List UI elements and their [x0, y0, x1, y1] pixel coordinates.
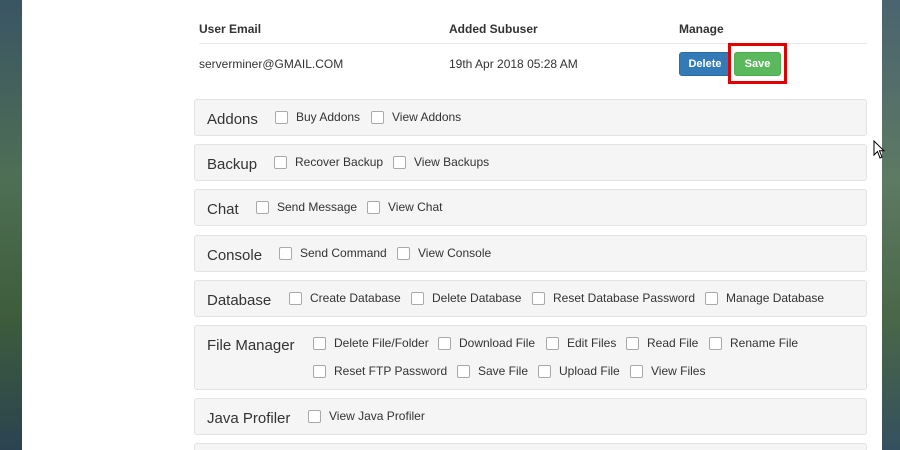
perm-download-file[interactable]: Download File	[438, 336, 535, 350]
checkbox[interactable]	[256, 200, 269, 214]
group-title: Addons	[207, 111, 258, 128]
perm-view-files[interactable]: View Files	[630, 364, 705, 378]
perm-view-backups[interactable]: View Backups	[393, 155, 489, 169]
perm-send-command[interactable]: Send Command	[279, 246, 387, 260]
checkbox[interactable]	[546, 336, 559, 350]
checkbox[interactable]	[626, 336, 639, 350]
header-added-subuser: Added Subuser	[449, 22, 538, 36]
perm-view-java-profiler[interactable]: View Java Profiler	[308, 409, 425, 423]
perm-upload-file[interactable]: Upload File	[538, 364, 620, 378]
perm-rename-file[interactable]: Rename File	[709, 336, 798, 350]
header-user-email: User Email	[199, 22, 262, 36]
save-button[interactable]: Save	[734, 52, 781, 76]
group-chat: Chat Send Message View Chat	[194, 189, 867, 226]
group-title: Java Profiler	[207, 410, 291, 427]
group-backup: Backup Recover Backup View Backups	[194, 144, 867, 181]
perm-recover-backup[interactable]: Recover Backup	[274, 155, 383, 169]
checkbox[interactable]	[438, 336, 451, 350]
checkbox[interactable]	[308, 409, 321, 423]
group-java-profiler: Java Profiler View Java Profiler	[194, 398, 867, 435]
background-left	[0, 0, 22, 450]
group-title: Console	[207, 247, 263, 264]
perm-read-file[interactable]: Read File	[626, 336, 698, 350]
group-title: Backup	[207, 156, 258, 173]
perm-manage-database[interactable]: Manage Database	[705, 291, 824, 305]
checkbox[interactable]	[709, 336, 722, 350]
checkbox[interactable]	[275, 110, 288, 124]
perm-delete-file-folder[interactable]: Delete File/Folder	[313, 336, 429, 350]
row-email: serverminer@GMAIL.COM	[199, 57, 344, 71]
group-title: File Manager	[207, 337, 295, 354]
checkbox[interactable]	[274, 155, 287, 169]
checkbox[interactable]	[705, 291, 718, 305]
checkbox[interactable]	[367, 200, 380, 214]
table-header: User Email Added Subuser Manage	[199, 13, 867, 44]
background-right	[882, 0, 900, 450]
checkbox[interactable]	[630, 364, 643, 378]
checkbox[interactable]	[313, 336, 326, 350]
header-manage: Manage	[679, 22, 724, 36]
checkbox[interactable]	[393, 155, 406, 169]
perm-create-database[interactable]: Create Database	[289, 291, 401, 305]
mouse-cursor-icon	[873, 140, 885, 159]
perm-view-chat[interactable]: View Chat	[367, 200, 442, 214]
checkbox[interactable]	[397, 246, 410, 260]
checkbox[interactable]	[279, 246, 292, 260]
group-next-partial	[194, 443, 867, 450]
perm-send-message[interactable]: Send Message	[256, 200, 357, 214]
perm-edit-files[interactable]: Edit Files	[546, 336, 616, 350]
checkbox[interactable]	[532, 291, 545, 305]
checkbox[interactable]	[371, 110, 384, 124]
perm-buy-addons[interactable]: Buy Addons	[275, 110, 360, 124]
content-panel: User Email Added Subuser Manage servermi…	[22, 0, 882, 450]
group-console: Console Send Command View Console	[194, 235, 867, 272]
checkbox[interactable]	[289, 291, 302, 305]
checkbox[interactable]	[457, 364, 470, 378]
table-row: serverminer@GMAIL.COM 19th Apr 2018 05:2…	[199, 43, 867, 86]
perm-reset-database-password[interactable]: Reset Database Password	[532, 291, 695, 305]
checkbox[interactable]	[313, 364, 326, 378]
row-added-date: 19th Apr 2018 05:28 AM	[449, 57, 578, 71]
group-addons: Addons Buy Addons View Addons	[194, 99, 867, 136]
perm-save-file[interactable]: Save File	[457, 364, 528, 378]
perm-view-console[interactable]: View Console	[397, 246, 491, 260]
perm-reset-ftp-password[interactable]: Reset FTP Password	[313, 364, 447, 378]
group-title: Database	[207, 292, 272, 309]
perm-delete-database[interactable]: Delete Database	[411, 291, 521, 305]
group-title: Chat	[207, 201, 239, 218]
group-database: Database Create Database Delete Database…	[194, 280, 867, 317]
checkbox[interactable]	[538, 364, 551, 378]
perm-view-addons[interactable]: View Addons	[371, 110, 461, 124]
delete-button[interactable]: Delete	[679, 52, 731, 76]
checkbox[interactable]	[411, 291, 424, 305]
group-file-manager: File Manager Delete File/Folder Download…	[194, 325, 867, 390]
